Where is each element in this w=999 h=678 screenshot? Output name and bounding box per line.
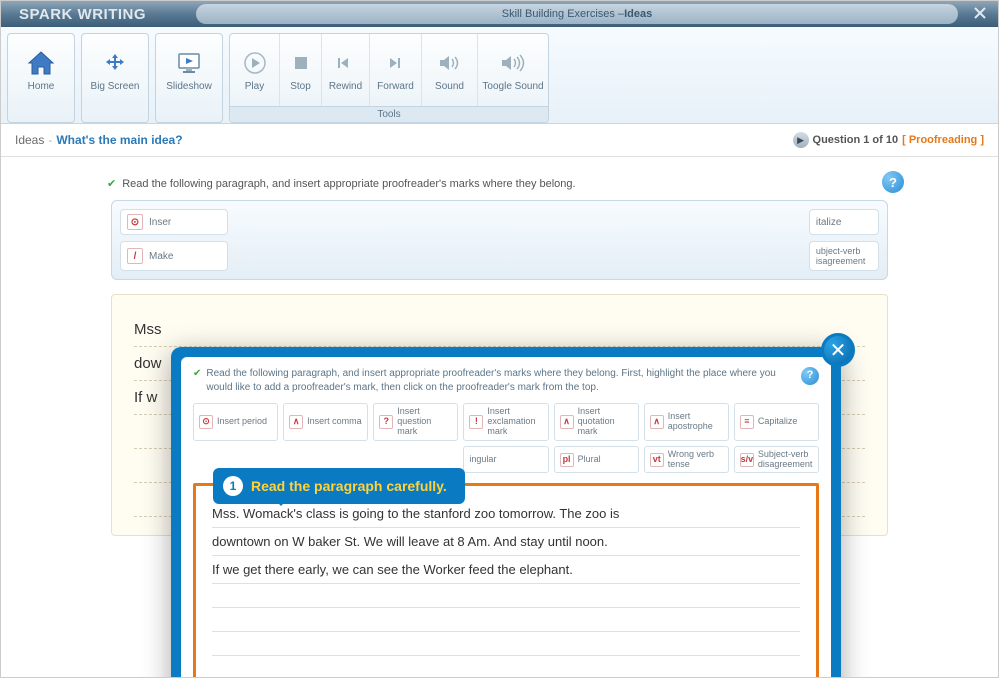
m-mark-wrong-verb-tense[interactable]: vtWrong verb tense	[644, 446, 729, 474]
play-icon	[240, 49, 270, 77]
m-mark-plural[interactable]: plPlural	[554, 446, 639, 474]
m-mark-singular[interactable]: ingular	[463, 446, 548, 474]
toggle-sound-button[interactable]: Toogle Sound	[478, 34, 548, 106]
breadcrumb-question: What's the main idea?	[56, 133, 182, 147]
instruction-text: ✔ Read the following paragraph, and inse…	[107, 177, 982, 190]
m-mark-insert-quotation[interactable]: ∧Insert quotation mark	[554, 403, 639, 441]
home-icon	[26, 49, 56, 77]
check-icon: ✔	[193, 367, 201, 381]
content-area: ? ✔ Read the following paragraph, and in…	[1, 157, 998, 677]
toggle-sound-icon	[498, 49, 528, 77]
m-mark-insert-comma[interactable]: ∧Insert comma	[283, 403, 368, 441]
play-button[interactable]: Play	[230, 34, 280, 106]
sound-icon	[435, 49, 465, 77]
m-mark-insert-exclamation[interactable]: !Insert exclamation mark	[463, 403, 548, 441]
ribbon-group-home: Home	[7, 33, 75, 123]
window-close-button[interactable]	[972, 5, 988, 21]
ribbon-group-bigscreen: Big Screen	[81, 33, 149, 123]
proofreader-marks-bar: ⊙Inser italize /Make ubject-verb isagree…	[111, 200, 888, 280]
app-logo: SPARK WRITING	[1, 6, 164, 23]
check-icon: ✔	[107, 177, 116, 190]
next-icon[interactable]: ▶	[793, 132, 809, 148]
ribbon: Home Big Screen Slideshow	[1, 27, 998, 124]
question-count: Question 1 of 10	[813, 134, 899, 146]
titlebar-subtitle: Skill Building Exercises – Ideas	[196, 4, 958, 24]
breadcrumb: Ideas - What's the main idea? ▶ Question…	[1, 124, 998, 157]
stop-icon	[286, 49, 316, 77]
m-mark-subject-verb[interactable]: s/vSubject-verb disagreement	[734, 446, 819, 474]
ribbon-group-slideshow: Slideshow	[155, 33, 223, 123]
m-mark-insert-period[interactable]: ⊙Insert period	[193, 403, 278, 441]
ribbon-group-tools: Play Stop Rewind Forward Sound	[229, 33, 549, 123]
help-button[interactable]: ?	[882, 171, 904, 193]
monitor-icon	[174, 49, 204, 77]
rewind-button[interactable]: Rewind	[322, 34, 370, 106]
modal-marks-bar: ⊙Insert period ∧Insert comma ?Insert que…	[193, 403, 819, 473]
stop-button[interactable]: Stop	[280, 34, 322, 106]
modal-help-button[interactable]: ?	[801, 367, 819, 385]
tutorial-callout: 1 Read the paragraph carefully.	[213, 468, 465, 504]
slideshow-button[interactable]: Slideshow	[156, 34, 222, 106]
m-mark-insert-question[interactable]: ?Insert question mark	[373, 403, 458, 441]
forward-button[interactable]: Forward	[370, 34, 422, 106]
m-mark-capitalize[interactable]: ≡Capitalize	[734, 403, 819, 441]
mark-subject-verb[interactable]: ubject-verb isagreement	[809, 241, 879, 271]
home-button[interactable]: Home	[8, 34, 74, 106]
mark-insert-period[interactable]: ⊙Inser	[120, 209, 228, 235]
rewind-icon	[331, 49, 361, 77]
mark-capitalize[interactable]: italize	[809, 209, 879, 235]
modal-instruction: ✔ Read the following paragraph, and inse…	[193, 367, 819, 395]
sound-button[interactable]: Sound	[422, 34, 478, 106]
breadcrumb-section: Ideas	[15, 133, 44, 147]
m-mark-insert-apostrophe[interactable]: ∧Insert apostrophe	[644, 403, 729, 441]
tutorial-modal: ✕ ✔ Read the following paragraph, and in…	[171, 347, 841, 677]
forward-icon	[381, 49, 411, 77]
modal-close-button[interactable]: ✕	[821, 333, 855, 367]
tools-caption: Tools	[230, 106, 548, 122]
titlebar: SPARK WRITING Skill Building Exercises –…	[1, 1, 998, 27]
expand-icon	[100, 49, 130, 77]
bigscreen-button[interactable]: Big Screen	[82, 34, 148, 106]
mark-make-lowercase[interactable]: /Make	[120, 241, 228, 271]
mode-tag: [ Proofreading ]	[902, 134, 984, 146]
